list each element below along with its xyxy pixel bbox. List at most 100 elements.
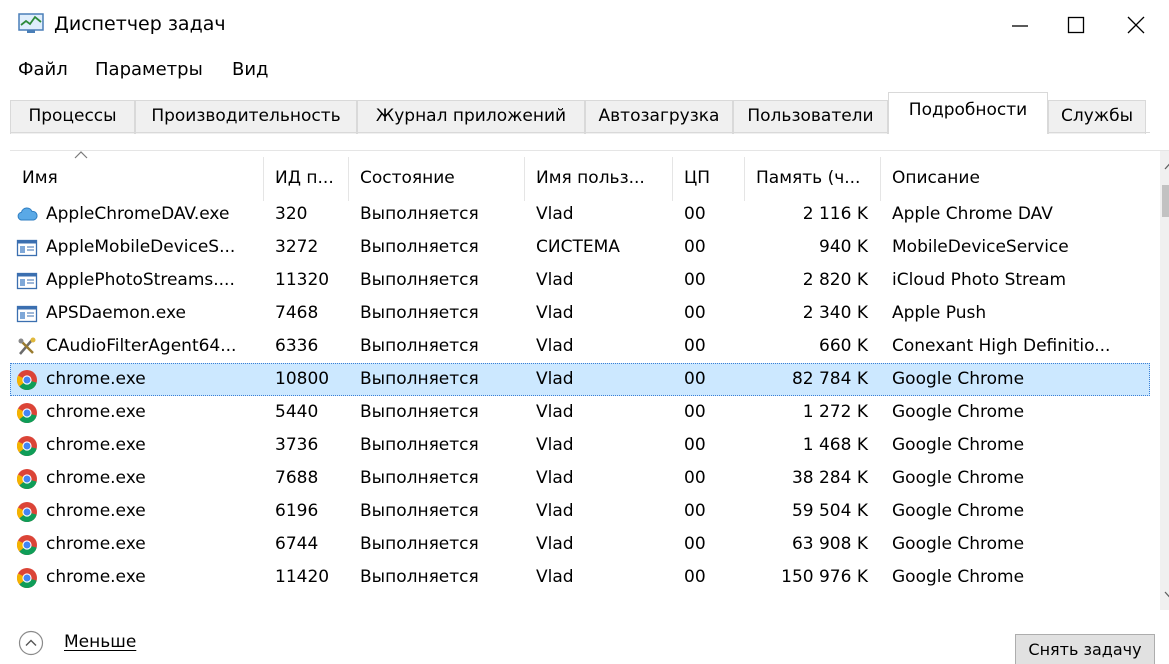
cell-pid: 11320 (275, 270, 330, 290)
column-header-name[interactable]: Имя (10, 151, 263, 203)
column-header-status[interactable]: Состояние (348, 151, 524, 203)
table-row[interactable]: chrome.exe 5440 Выполняется Vlad 00 1 27… (10, 396, 1150, 429)
cell-name: ApplePhotoStreams.... (46, 270, 235, 290)
scrollbar-thumb[interactable] (1162, 185, 1169, 217)
cell-memory: 63 908 K (791, 534, 868, 554)
cell-cpu: 00 (684, 204, 706, 224)
cell-user: Vlad (536, 534, 574, 554)
table-row[interactable]: AppleMobileDeviceS... 3272 Выполняется С… (10, 231, 1150, 264)
cell-name: APSDaemon.exe (46, 303, 186, 323)
cell-user: Vlad (536, 204, 574, 224)
cell-name: AppleChromeDAV.exe (46, 204, 230, 224)
cell-memory: 38 284 K (791, 468, 868, 488)
cell-status: Выполняется (360, 534, 479, 554)
table-row[interactable]: AppleChromeDAV.exe 320 Выполняется Vlad … (10, 198, 1150, 231)
cell-name: chrome.exe (46, 402, 146, 422)
column-header-description[interactable]: Описание (880, 151, 1150, 203)
cell-description: Google Chrome (892, 435, 1025, 455)
cell-user: Vlad (536, 435, 574, 455)
table-row[interactable]: CAudioFilterAgent64... 6336 Выполняется … (10, 330, 1150, 363)
chevron-up-circle-icon (18, 630, 44, 656)
cell-name: chrome.exe (46, 468, 146, 488)
scroll-up-icon[interactable] (1164, 163, 1169, 170)
cell-description: Apple Push (892, 303, 987, 323)
cell-pid: 6196 (275, 501, 319, 521)
table-row[interactable]: chrome.exe 6196 Выполняется Vlad 00 59 5… (10, 495, 1150, 528)
cell-pid: 6744 (275, 534, 319, 554)
table-row[interactable]: chrome.exe 6744 Выполняется Vlad 00 63 9… (10, 528, 1150, 561)
cell-cpu: 00 (684, 237, 706, 257)
column-header-memory[interactable]: Память (ч... (744, 151, 880, 203)
table-row[interactable]: ApplePhotoStreams.... 11320 Выполняется … (10, 264, 1150, 297)
close-button[interactable] (1108, 0, 1164, 50)
cell-status: Выполняется (360, 567, 479, 587)
cell-user: Vlad (536, 567, 574, 587)
maximize-button[interactable] (1048, 0, 1104, 50)
cell-memory: 59 504 K (791, 501, 868, 521)
cell-pid: 7468 (275, 303, 319, 323)
cell-pid: 320 (275, 204, 308, 224)
minimize-button[interactable] (992, 0, 1048, 50)
cell-user: Vlad (536, 270, 574, 290)
cell-description: Google Chrome (892, 534, 1025, 554)
tab-strip: Процессы Производительность Журнал прило… (10, 92, 1150, 134)
cell-user: Vlad (536, 303, 574, 323)
cell-pid: 3736 (275, 435, 319, 455)
cell-description: Google Chrome (892, 468, 1025, 488)
cell-name: CAudioFilterAgent64... (46, 336, 237, 356)
scroll-down-icon[interactable] (1164, 591, 1169, 598)
cell-pid: 6336 (275, 336, 319, 356)
tab-users[interactable]: Пользователи (733, 100, 888, 134)
cell-cpu: 00 (684, 468, 706, 488)
table-row[interactable]: chrome.exe 10800 Выполняется Vlad 00 82 … (10, 363, 1150, 396)
cell-status: Выполняется (360, 435, 479, 455)
cell-user: Vlad (536, 402, 574, 422)
cell-cpu: 00 (684, 567, 706, 587)
cell-memory: 940 K (819, 237, 868, 257)
table-row[interactable]: chrome.exe 7688 Выполняется Vlad 00 38 2… (10, 462, 1150, 495)
cell-description: Apple Chrome DAV (892, 204, 1053, 224)
tab-details[interactable]: Подробности (888, 92, 1048, 134)
column-header-cpu[interactable]: ЦП (672, 151, 744, 203)
cell-description: Google Chrome (892, 369, 1025, 389)
window-title: Диспетчер задач (54, 13, 226, 35)
cell-description: Google Chrome (892, 567, 1025, 587)
cell-cpu: 00 (684, 501, 706, 521)
end-task-button[interactable]: Снять задачу (1015, 634, 1155, 664)
cell-memory: 82 784 K (791, 369, 868, 389)
cell-status: Выполняется (360, 237, 479, 257)
title-bar: Диспетчер задач (0, 0, 1169, 50)
cell-name: chrome.exe (46, 501, 146, 521)
tab-services[interactable]: Службы (1048, 100, 1146, 134)
task-manager-icon (18, 12, 44, 34)
menu-view[interactable]: Вид (232, 56, 269, 84)
details-table: Имя ИД п... Состояние Имя польз... ЦП Па… (10, 150, 1169, 610)
cell-cpu: 00 (684, 435, 706, 455)
cell-memory: 150 976 K (781, 567, 868, 587)
cell-pid: 11420 (275, 567, 330, 587)
cell-description: Conexant High Definitio... (892, 336, 1111, 356)
tab-performance[interactable]: Производительность (135, 100, 357, 134)
cell-name: chrome.exe (46, 567, 146, 587)
cell-cpu: 00 (684, 270, 706, 290)
table-row[interactable]: APSDaemon.exe 7468 Выполняется Vlad 00 2… (10, 297, 1150, 330)
cell-memory: 1 272 K (802, 402, 868, 422)
column-header-pid[interactable]: ИД п... (263, 151, 348, 203)
menu-options[interactable]: Параметры (95, 56, 203, 84)
tab-processes[interactable]: Процессы (10, 100, 135, 134)
vertical-scrollbar[interactable] (1160, 151, 1169, 610)
cell-user: СИСТЕМА (536, 237, 620, 257)
column-header-user[interactable]: Имя польз... (524, 151, 672, 203)
menu-file[interactable]: Файл (18, 56, 68, 84)
table-row[interactable]: chrome.exe 3736 Выполняется Vlad 00 1 46… (10, 429, 1150, 462)
cell-cpu: 00 (684, 303, 706, 323)
cell-status: Выполняется (360, 501, 479, 521)
tab-app-history[interactable]: Журнал приложений (357, 100, 585, 134)
cell-user: Vlad (536, 336, 574, 356)
tab-startup[interactable]: Автозагрузка (585, 100, 733, 134)
cell-status: Выполняется (360, 204, 479, 224)
cell-cpu: 00 (684, 402, 706, 422)
table-header: Имя ИД п... Состояние Имя польз... ЦП Па… (10, 151, 1150, 203)
cell-pid: 3272 (275, 237, 319, 257)
table-row[interactable]: chrome.exe 11420 Выполняется Vlad 00 150… (10, 561, 1150, 594)
